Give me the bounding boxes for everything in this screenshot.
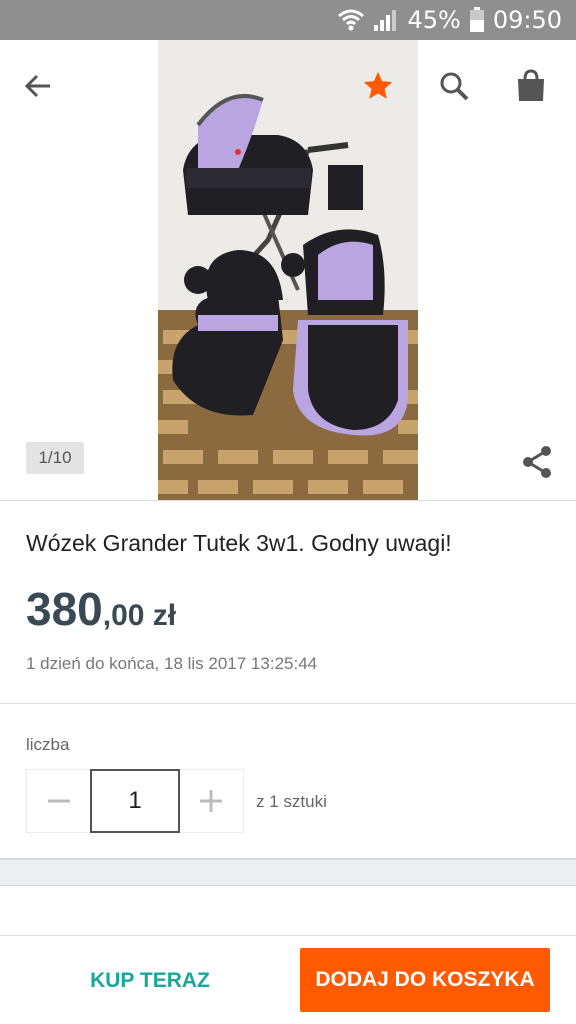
divider [0, 500, 576, 501]
share-icon [523, 446, 551, 478]
status-bar: 45% 09:50 [0, 0, 576, 40]
clock: 09:50 [492, 6, 562, 34]
section-separator [0, 858, 576, 886]
share-button[interactable] [518, 442, 558, 482]
signal-icon [374, 10, 397, 31]
cart-button[interactable] [509, 64, 553, 108]
image-gallery[interactable]: 1/10 [0, 40, 576, 500]
price-decimal: ,00 zł [102, 599, 177, 632]
status-bar-right: 45% 09:50 [337, 6, 562, 34]
quantity-label: liczba [26, 735, 70, 754]
add-to-cart-button[interactable]: DODAJ DO KOSZYKA [300, 948, 550, 1012]
image-counter: 1/10 [26, 442, 84, 474]
stroller-image [158, 40, 418, 500]
quantity-input[interactable]: 1 [90, 769, 180, 833]
plus-icon [200, 790, 222, 812]
auction-end: 1 dzień do końca, 18 lis 2017 13:25:44 [26, 654, 318, 673]
product-photo[interactable] [158, 40, 418, 500]
search-icon [440, 72, 469, 101]
cart-icon [518, 69, 544, 101]
back-button[interactable] [16, 64, 60, 108]
battery-icon [469, 7, 484, 32]
decrease-button[interactable] [27, 770, 91, 832]
buy-now-button[interactable]: KUP TERAZ [60, 956, 240, 1006]
favorite-button[interactable] [356, 64, 400, 108]
wifi-icon [338, 9, 365, 31]
stock-info: z 1 sztuki [256, 792, 327, 811]
item-title: Wózek Grander Tutek 3w1. Godny uwagi! [26, 530, 452, 556]
price-integer: 380 [26, 583, 103, 635]
back-arrow-icon [24, 74, 50, 98]
quantity-stepper: 1 [26, 769, 244, 833]
item-price: 380,00 zł [26, 582, 176, 636]
bottom-action-bar: KUP TERAZ DODAJ DO KOSZYKA [0, 935, 576, 1024]
divider [0, 703, 576, 704]
battery-percent: 45% [407, 6, 461, 34]
star-icon [363, 71, 393, 99]
minus-icon [48, 799, 70, 803]
search-button[interactable] [432, 64, 476, 108]
increase-button[interactable] [179, 770, 243, 832]
